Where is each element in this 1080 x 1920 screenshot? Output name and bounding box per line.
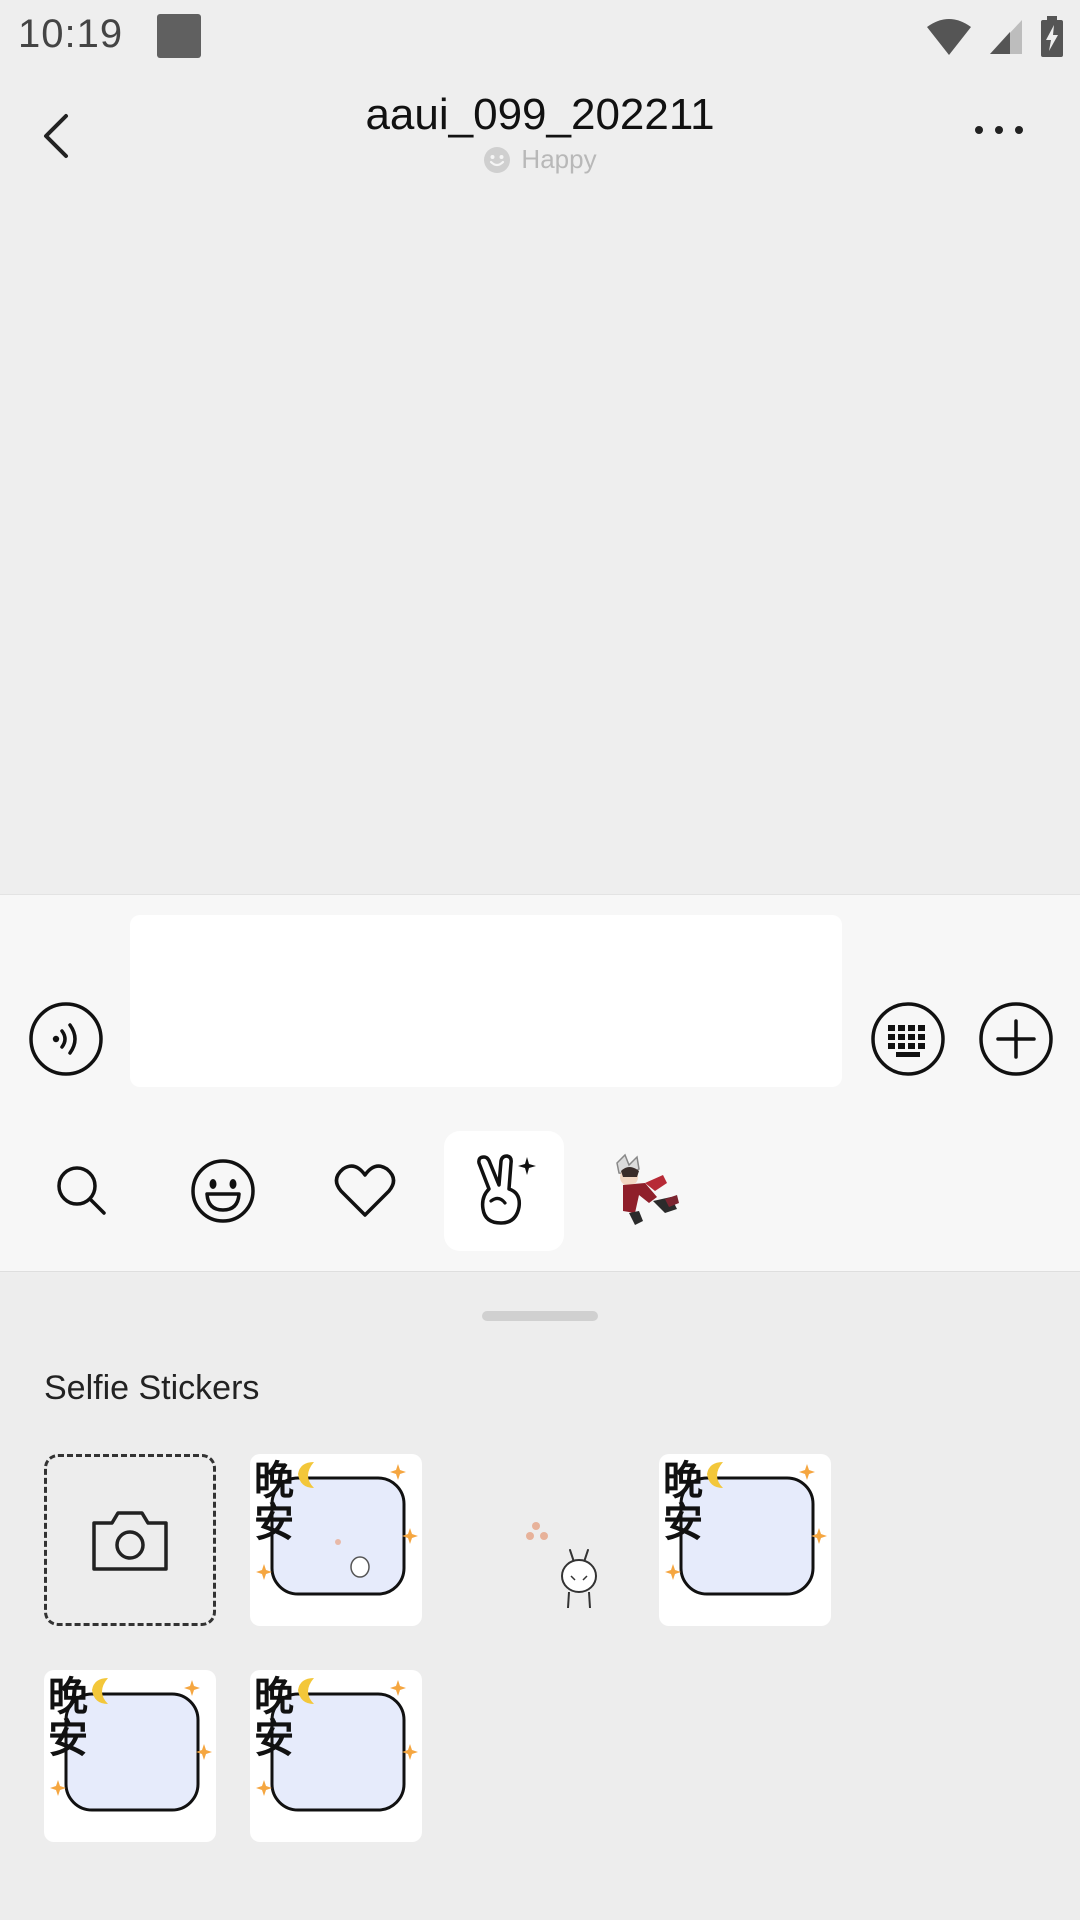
plus-icon — [979, 1002, 1053, 1076]
status-text: Happy — [521, 144, 597, 174]
create-selfie-sticker-button[interactable] — [44, 1454, 216, 1626]
message-list[interactable] — [0, 196, 1080, 894]
tab-selfie-stickers[interactable] — [444, 1131, 564, 1251]
more-actions-button[interactable] — [978, 1001, 1054, 1077]
status-bar: 10:19 — [0, 0, 1080, 76]
composer — [0, 894, 1080, 1272]
sticker-bunny[interactable] — [456, 1454, 628, 1626]
sticker-goodnight-1[interactable]: 晚安 — [250, 1454, 422, 1626]
title-block: aaui_099_202211 Happy — [0, 90, 1080, 179]
tab-character-pack[interactable] — [585, 1131, 705, 1251]
voice-icon — [29, 1002, 103, 1076]
search-icon — [57, 1166, 106, 1215]
sticker-goodnight-2[interactable]: 晚安 — [659, 1454, 831, 1626]
cell-signal-icon — [990, 20, 1022, 54]
sticker-text: 晚安 — [663, 1459, 703, 1545]
section-title: Selfie Stickers — [44, 1369, 260, 1407]
emoji-smiley-icon — [191, 1159, 255, 1223]
bunny-sticker-image — [526, 1522, 597, 1609]
smiley-icon — [484, 146, 511, 173]
more-dots-icon — [975, 126, 1023, 134]
voice-button[interactable] — [28, 1001, 104, 1077]
sticker-panel: Selfie Stickers 晚安 晚安 晚安 晚安 — [0, 1273, 1080, 1920]
status-time: 10:19 — [18, 12, 124, 56]
camera-icon — [92, 1511, 168, 1571]
sticker-goodnight-4[interactable]: 晚安 — [250, 1670, 422, 1842]
status-line: Happy — [483, 144, 597, 175]
wifi-icon — [927, 19, 971, 55]
battery-charging-icon — [1041, 16, 1063, 57]
sticker-tab-bar — [0, 1131, 1080, 1251]
peace-hand-sparkle-icon — [477, 1154, 536, 1225]
sticker-text: 晚安 — [254, 1675, 294, 1761]
sticker-text: 晚安 — [48, 1675, 88, 1761]
panel-drag-handle[interactable] — [482, 1311, 598, 1321]
sticker-goodnight-3[interactable]: 晚安 — [44, 1670, 216, 1842]
tab-emoji[interactable] — [163, 1131, 283, 1251]
notification-icon — [157, 14, 201, 58]
heart-icon — [334, 1164, 396, 1217]
sticker-text: 晚安 — [254, 1459, 294, 1545]
tab-favorites[interactable] — [305, 1131, 425, 1251]
status-icons — [926, 14, 1064, 60]
character-sticker-pack-icon — [616, 1153, 679, 1225]
message-input[interactable] — [130, 915, 842, 1087]
chat-header: aaui_099_202211 Happy — [0, 76, 1080, 196]
keyboard-icon — [871, 1002, 945, 1076]
chat-title: aaui_099_202211 — [365, 90, 715, 139]
tab-search[interactable] — [22, 1131, 142, 1251]
more-button[interactable] — [970, 110, 1030, 150]
keyboard-button[interactable] — [870, 1001, 946, 1077]
